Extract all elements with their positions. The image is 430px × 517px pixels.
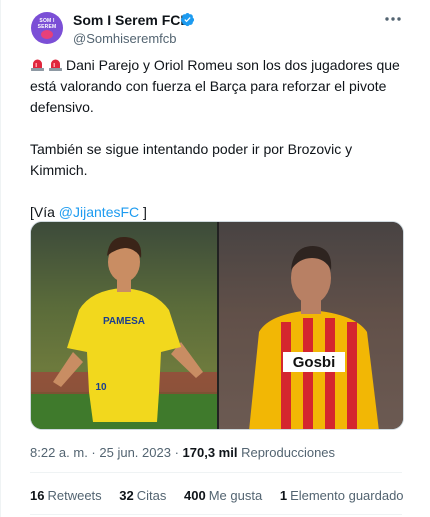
stat-bookmarks[interactable]: 1 Elemento guardado: [280, 488, 404, 504]
photo-left-illustration: PAMESA 10: [31, 236, 217, 429]
stat-value: 16: [30, 488, 45, 503]
police-light-emoji-icon: [31, 59, 44, 71]
engagement-stats: 16 Retweets 32 Citas 400 Me gusta 1 Elemento…: [30, 488, 418, 504]
author-name[interactable]: Som I Serem FCB: [73, 11, 190, 29]
photo-right-illustration: Gosbi: [219, 222, 403, 429]
stat-quotes[interactable]: 32 Citas: [119, 488, 166, 504]
photo-oriol-romeu[interactable]: Gosbi: [219, 222, 403, 429]
divider-bottom: [30, 514, 402, 515]
stat-label: Me gusta: [208, 488, 263, 503]
stat-likes[interactable]: 400 Me gusta: [184, 488, 262, 504]
stat-value: 400: [184, 488, 206, 503]
source-prefix: [Vía: [30, 204, 59, 220]
left-border: [0, 0, 1, 517]
paragraph-1-text: Dani Parejo y Oriol Romeu son los dos ju…: [30, 57, 400, 115]
tweet-paragraph-2: También se sigue intentando poder ir por…: [30, 141, 353, 178]
views-count: 170,3 mil: [182, 445, 238, 460]
views-label: Reproducciones: [241, 445, 336, 460]
avatar-logo-text: SOM I SEREM: [37, 18, 57, 30]
police-light-emoji-icon: [49, 59, 62, 71]
stat-label: Citas: [136, 488, 167, 503]
source-mention-link[interactable]: @JijantesFC: [59, 204, 139, 220]
meta-separator-2: ·: [170, 445, 183, 460]
stat-retweets[interactable]: 16 Retweets: [30, 488, 102, 504]
more-options-icon[interactable]: [383, 9, 403, 29]
source-suffix: ]: [139, 204, 147, 220]
stat-label: Elemento guardado: [290, 488, 404, 503]
stat-value: 1: [279, 488, 288, 503]
stat-value: 32: [119, 488, 134, 503]
tweet-date[interactable]: 25 jun. 2023: [99, 445, 171, 460]
tweet-paragraph-1: Dani Parejo y Oriol Romeu son los dos ju…: [30, 55, 405, 118]
tweet-time[interactable]: 8:22 a. m.: [30, 445, 88, 460]
left-shirt-sponsor: PAMESA: [103, 316, 145, 327]
photo-dani-parejo[interactable]: PAMESA 10: [31, 222, 217, 429]
tweet-text: Dani Parejo y Oriol Romeu son los dos ju…: [30, 55, 405, 223]
tweet-meta: 8:22 a. m. · 25 jun. 2023 · 170,3 mil Re…: [30, 445, 335, 461]
right-shirt-sponsor: Gosbi: [293, 354, 336, 371]
left-shirt-number: 10: [95, 382, 107, 393]
meta-separator: ·: [87, 445, 100, 460]
author-handle[interactable]: @Somhiseremfcb: [73, 31, 177, 47]
avatar[interactable]: SOM I SEREM: [31, 12, 63, 44]
stat-label: Retweets: [47, 488, 102, 503]
divider-top: [30, 472, 402, 473]
verified-badge-icon: [180, 12, 195, 27]
media-grid: PAMESA 10 Gosbi: [30, 221, 404, 430]
tweet-source-line: [Vía @JijantesFC ]: [30, 202, 405, 223]
avatar-logo-mark: [41, 30, 53, 39]
tweet: SOM I SEREM Som I Serem FCB @Somhiseremf…: [0, 0, 430, 517]
